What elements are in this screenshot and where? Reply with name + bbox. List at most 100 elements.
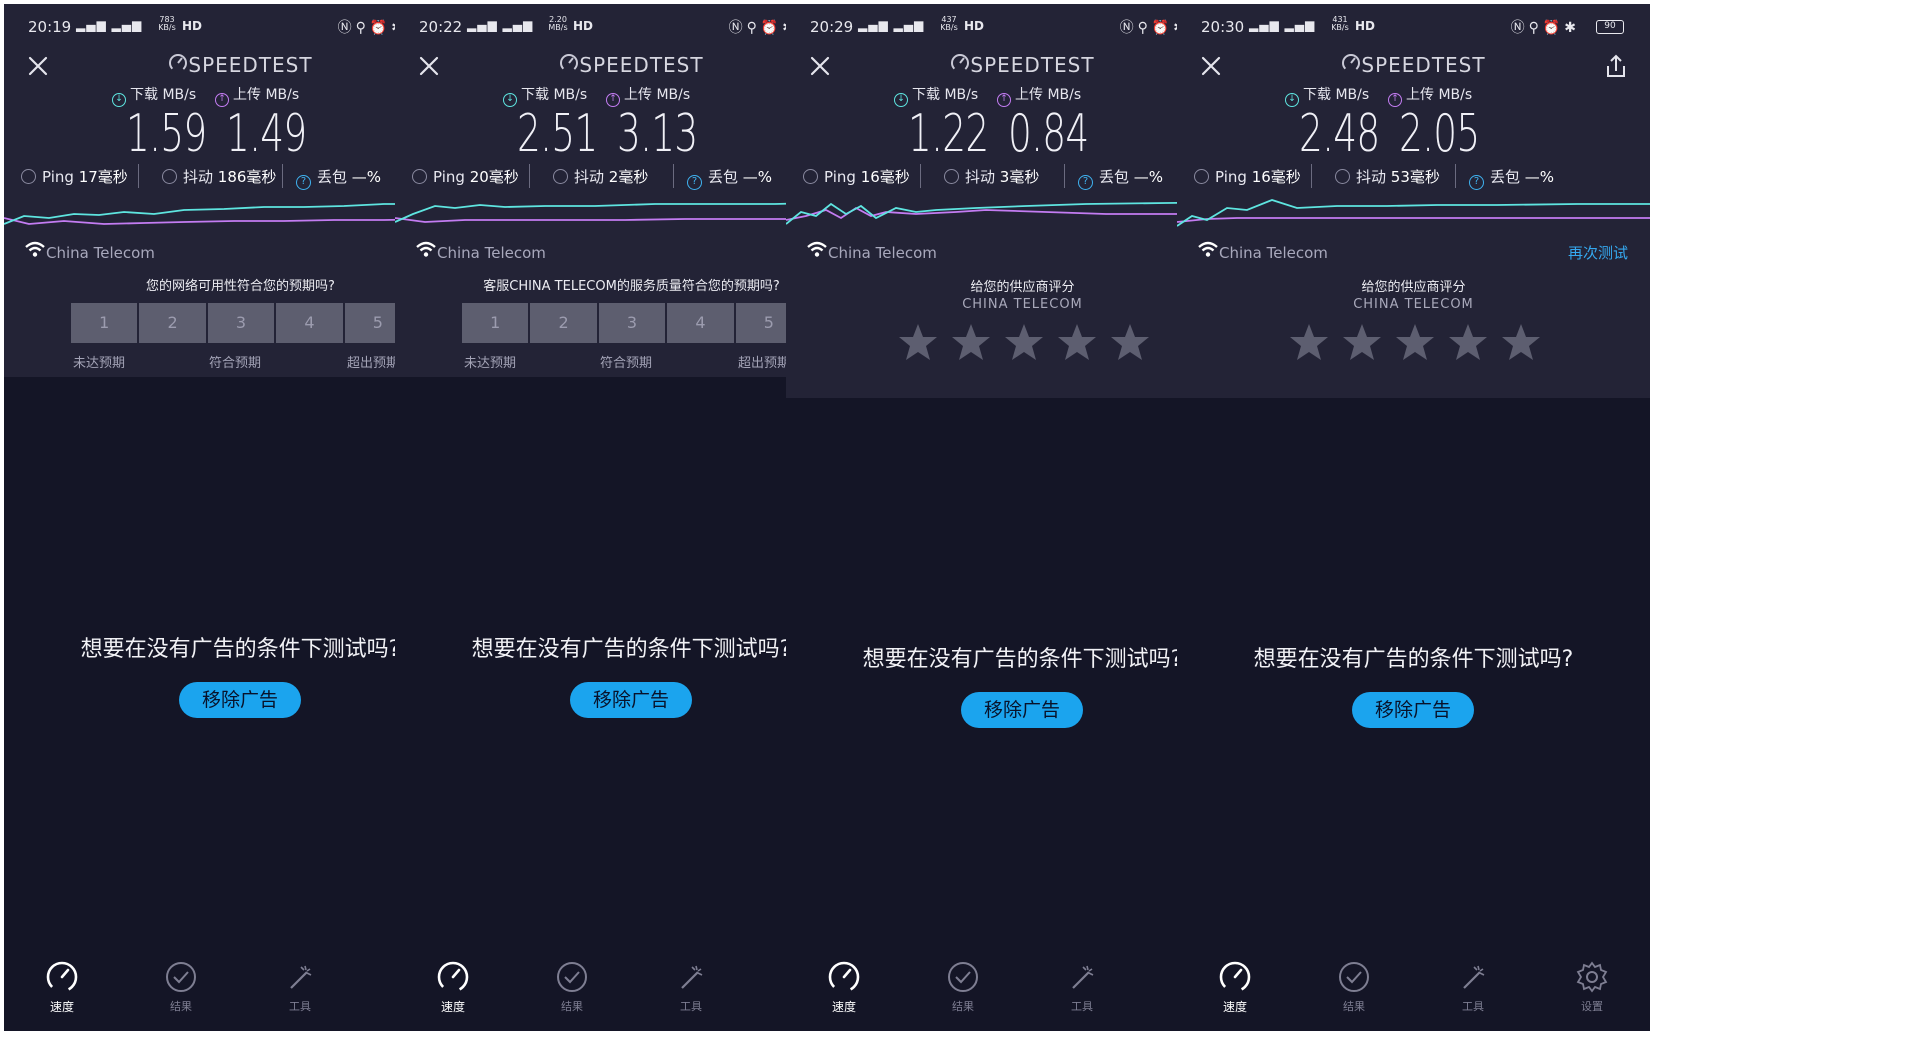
star-rating (898, 322, 1150, 366)
star-button-2[interactable] (1342, 322, 1382, 362)
speed-graph (1177, 194, 1650, 234)
star-button-5[interactable] (1110, 322, 1150, 362)
status-time: 20:22 (419, 18, 463, 36)
nav-tools-label: 工具 (289, 1000, 311, 1013)
star-button-3[interactable] (1395, 322, 1435, 362)
network-speed: 783 KB/s (158, 15, 176, 32)
nav-speed[interactable]: 速度 (22, 960, 102, 1015)
bottom-nav: 速度 结果 工具 设置 (1177, 960, 1650, 1031)
nav-speed[interactable]: 速度 (1195, 960, 1275, 1015)
jitter-value: 186毫秒 (217, 168, 277, 186)
carrier-row: China Telecom (24, 240, 155, 262)
download-label-text: 下载 MB/s (1303, 87, 1370, 103)
rating-option-1[interactable]: 1 (71, 303, 138, 343)
nav-tools[interactable]: 工具 (260, 960, 340, 1014)
jitter-label: 抖动 (183, 168, 214, 186)
carrier-name: China Telecom (1219, 244, 1328, 262)
nav-tools[interactable]: 工具 (1433, 960, 1513, 1014)
rating-title: 给您的供应商评分 (1361, 280, 1466, 295)
status-time: 20:19 (28, 18, 72, 36)
ad-free-prompt: 想要在没有广告的条件下测试吗? (1253, 647, 1574, 672)
gauge-icon (169, 54, 188, 72)
retest-link[interactable]: 再次测试 (1568, 242, 1628, 263)
download-label-text: 下载 MB/s (912, 87, 979, 103)
upload-speed: 3.13 (617, 104, 698, 164)
nav-results[interactable]: 结果 (141, 960, 221, 1014)
speed-icon (46, 961, 78, 993)
ping-value: 16毫秒 (1251, 168, 1301, 186)
signal-icon: ▂▄▆ ▂▄▆ (858, 18, 925, 32)
rating-option-2[interactable]: 2 (139, 303, 206, 343)
rating-option-2[interactable]: 2 (530, 303, 597, 343)
loss-label: 丢包 (708, 168, 739, 186)
speed-values: 2.48 2.05 (1177, 104, 1650, 166)
nav-speed-label: 速度 (831, 1000, 856, 1014)
hd-icon: HD (182, 19, 203, 33)
gauge-icon (1342, 54, 1361, 72)
upload-label-text: 上传 MB/s (233, 87, 300, 103)
provider-name: CHINA TELECOM (1353, 297, 1474, 312)
tools-icon (1463, 965, 1485, 989)
rating-option-1[interactable]: 1 (462, 303, 529, 343)
remove-ads-button[interactable]: 移除广告 (961, 692, 1083, 728)
rating-option-4[interactable]: 4 (276, 303, 343, 343)
download-speed: 1.22 (908, 104, 989, 164)
nav-tools-label: 工具 (680, 1000, 702, 1013)
wifi-icon (416, 241, 436, 257)
nav-settings[interactable]: 设置 (1552, 960, 1632, 1014)
remove-ads-button[interactable]: 移除广告 (570, 682, 692, 718)
hd-icon: HD (964, 19, 985, 33)
nav-speed[interactable]: 速度 (804, 960, 884, 1015)
jitter-metric: 抖动 53毫秒 (1335, 166, 1440, 187)
rating-option-3[interactable]: 3 (207, 303, 275, 343)
remove-ads-button[interactable]: 移除广告 (1352, 692, 1474, 728)
jitter-value: 2毫秒 (608, 168, 649, 186)
star-icon (1290, 324, 1328, 360)
rating-option-4[interactable]: 4 (667, 303, 734, 343)
hd-icon: HD (1355, 19, 1376, 33)
nav-tools[interactable]: 工具 (651, 960, 731, 1014)
jitter-value: 53毫秒 (1390, 168, 1440, 186)
jitter-icon (944, 169, 959, 184)
star-button-4[interactable] (1448, 322, 1488, 362)
upload-speed: 0.84 (1008, 104, 1089, 164)
remove-ads-button[interactable]: 移除广告 (179, 682, 301, 718)
rating-scale: 12345 (462, 303, 803, 343)
star-button-5[interactable] (1501, 322, 1541, 362)
loss-label: 丢包 (1099, 168, 1130, 186)
ping-label: Ping (42, 168, 74, 186)
ping-label: Ping (1215, 168, 1247, 186)
results-icon (166, 962, 196, 992)
star-button-2[interactable] (951, 322, 991, 362)
loss-metric: ? 丢包 —% (687, 166, 772, 190)
nav-results[interactable]: 结果 (923, 960, 1003, 1014)
rating-option-3[interactable]: 3 (598, 303, 666, 343)
speed-labels: ↓ 下载 MB/s ↑ 上传 MB/s (1177, 84, 1650, 107)
ping-metric: Ping 16毫秒 (803, 166, 910, 187)
jitter-metric: 抖动 3毫秒 (944, 166, 1039, 187)
carrier-row: China Telecom (415, 240, 546, 262)
wifi-icon (807, 241, 827, 257)
upload-line (1177, 217, 1650, 223)
nav-results[interactable]: 结果 (1314, 960, 1394, 1014)
star-icon (1005, 324, 1043, 360)
star-button-1[interactable] (898, 322, 938, 362)
nav-results[interactable]: 结果 (532, 960, 612, 1014)
star-button-1[interactable] (1289, 322, 1329, 362)
download-line (1177, 199, 1650, 227)
nav-tools[interactable]: 工具 (1042, 960, 1122, 1014)
star-button-4[interactable] (1057, 322, 1097, 362)
ping-label: Ping (824, 168, 856, 186)
jitter-icon (162, 169, 177, 184)
metric-divider (673, 164, 674, 188)
signal-icon: ▂▄▆ ▂▄▆ (1249, 18, 1316, 32)
metric-divider (282, 164, 283, 188)
loss-icon: ? (1078, 175, 1093, 190)
star-button-3[interactable] (1004, 322, 1044, 362)
settings-icon (1576, 961, 1608, 993)
nav-speed[interactable]: 速度 (413, 960, 493, 1015)
scale-mid-label: 符合预期 (209, 356, 262, 371)
jitter-icon (553, 169, 568, 184)
gauge-icon (951, 54, 970, 72)
jitter-label: 抖动 (574, 168, 605, 186)
